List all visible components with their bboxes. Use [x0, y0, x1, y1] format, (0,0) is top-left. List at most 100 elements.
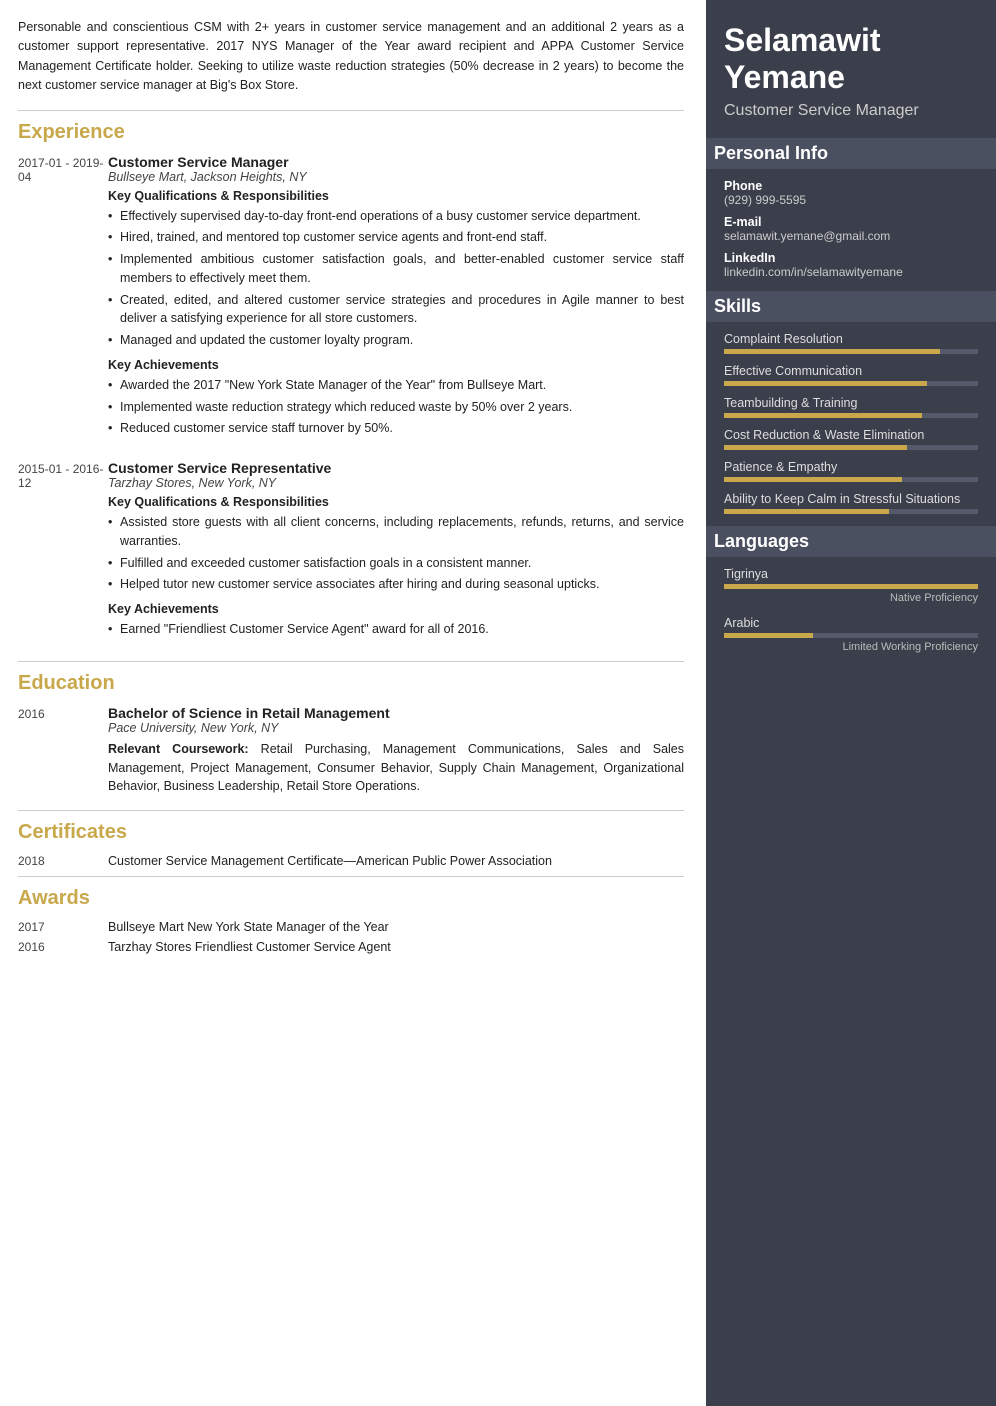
ach-item-1-0: Earned "Friendliest Customer Service Age…	[108, 620, 684, 639]
ach-list-1: Earned "Friendliest Customer Service Age…	[108, 620, 684, 639]
awards-container: 2017Bullseye Mart New York State Manager…	[18, 920, 684, 954]
skill-name-2: Teambuilding & Training	[724, 396, 978, 410]
lang-proficiency-1: Limited Working Proficiency	[724, 641, 978, 653]
exp-date-0: 2017-01 - 2019-04	[18, 154, 108, 447]
lang-bar-fill-0	[724, 584, 978, 589]
skill-bar-fill-1	[724, 381, 927, 386]
exp-company-1: Tarzhay Stores, New York, NY	[108, 476, 684, 490]
experience-item-0: 2017-01 - 2019-04Customer Service Manage…	[18, 154, 684, 447]
education-divider	[18, 661, 684, 662]
ach-label-0: Key Achievements	[108, 358, 684, 372]
awards-section-title: Awards	[18, 887, 684, 910]
ach-item-0-0: Awarded the 2017 "New York State Manager…	[108, 376, 684, 395]
experience-container: 2017-01 - 2019-04Customer Service Manage…	[18, 154, 684, 647]
edu-school-0: Pace University, New York, NY	[108, 721, 684, 735]
skill-bar-bg-3	[724, 445, 978, 450]
linkedin-label: LinkedIn	[724, 251, 978, 265]
exp-job-title-1: Customer Service Representative	[108, 460, 684, 476]
cert-name-0: Customer Service Management Certificate—…	[108, 854, 552, 868]
exp-content-0: Customer Service ManagerBullseye Mart, J…	[108, 154, 684, 447]
edu-date-0: 2016	[18, 705, 108, 796]
qual-item-0-3: Created, edited, and altered customer se…	[108, 291, 684, 329]
certificates-container: 2018Customer Service Management Certific…	[18, 854, 684, 868]
phone-value: (929) 999-5595	[724, 193, 978, 207]
education-section-title: Education	[18, 672, 684, 695]
skill-bar-bg-5	[724, 509, 978, 514]
lang-name-1: Arabic	[724, 616, 978, 630]
skill-item-4: Patience & Empathy	[724, 460, 978, 482]
award-name-0: Bullseye Mart New York State Manager of …	[108, 920, 389, 934]
experience-item-1: 2015-01 - 2016-12Customer Service Repres…	[18, 460, 684, 647]
exp-company-0: Bullseye Mart, Jackson Heights, NY	[108, 170, 684, 184]
certificates-divider	[18, 810, 684, 811]
ach-list-0: Awarded the 2017 "New York State Manager…	[108, 376, 684, 438]
award-date-0: 2017	[18, 920, 108, 934]
skill-name-3: Cost Reduction & Waste Elimination	[724, 428, 978, 442]
qual-item-0-4: Managed and updated the customer loyalty…	[108, 331, 684, 350]
linkedin-value: linkedin.com/in/selamawityemane	[724, 265, 978, 279]
experience-divider	[18, 110, 684, 111]
lang-name-0: Tigrinya	[724, 567, 978, 581]
skill-bar-bg-4	[724, 477, 978, 482]
skill-name-0: Complaint Resolution	[724, 332, 978, 346]
skill-bar-fill-0	[724, 349, 940, 354]
cert-date-0: 2018	[18, 854, 108, 868]
skills-container: Complaint Resolution Effective Communicat…	[724, 332, 978, 514]
award-name-1: Tarzhay Stores Friendliest Customer Serv…	[108, 940, 391, 954]
qual-item-1-2: Helped tutor new customer service associ…	[108, 575, 684, 594]
experience-section-title: Experience	[18, 121, 684, 144]
skill-bar-bg-1	[724, 381, 978, 386]
qual-list-0: Effectively supervised day-to-day front-…	[108, 207, 684, 350]
phone-label: Phone	[724, 179, 978, 193]
lang-bar-fill-1	[724, 633, 813, 638]
skill-item-3: Cost Reduction & Waste Elimination	[724, 428, 978, 450]
award-date-1: 2016	[18, 940, 108, 954]
skill-name-1: Effective Communication	[724, 364, 978, 378]
skill-bar-fill-3	[724, 445, 907, 450]
left-column: Personable and conscientious CSM with 2+…	[0, 0, 706, 1406]
exp-date-1: 2015-01 - 2016-12	[18, 460, 108, 647]
qual-item-0-2: Implemented ambitious customer satisfact…	[108, 250, 684, 288]
lang-item-0: Tigrinya Native Proficiency	[724, 567, 978, 604]
linkedin-item: LinkedIn linkedin.com/in/selamawityemane	[724, 251, 978, 279]
qual-item-1-0: Assisted store guests with all client co…	[108, 513, 684, 551]
lang-proficiency-0: Native Proficiency	[724, 592, 978, 604]
education-container: 2016Bachelor of Science in Retail Manage…	[18, 705, 684, 796]
ach-item-0-1: Implemented waste reduction strategy whi…	[108, 398, 684, 417]
ach-label-1: Key Achievements	[108, 602, 684, 616]
qual-list-1: Assisted store guests with all client co…	[108, 513, 684, 594]
ach-item-0-2: Reduced customer service staff turnover …	[108, 419, 684, 438]
skill-item-1: Effective Communication	[724, 364, 978, 386]
skill-name-4: Patience & Empathy	[724, 460, 978, 474]
skill-bar-bg-2	[724, 413, 978, 418]
email-item: E-mail selamawit.yemane@gmail.com	[724, 215, 978, 243]
exp-content-1: Customer Service RepresentativeTarzhay S…	[108, 460, 684, 647]
skill-bar-fill-2	[724, 413, 922, 418]
edu-content-0: Bachelor of Science in Retail Management…	[108, 705, 684, 796]
lang-item-1: Arabic Limited Working Proficiency	[724, 616, 978, 653]
job-title-right: Customer Service Manager	[724, 100, 978, 122]
full-name: Selamawit Yemane	[724, 22, 978, 96]
skill-bar-bg-0	[724, 349, 978, 354]
right-column: Selamawit Yemane Customer Service Manage…	[706, 0, 996, 1406]
lang-bar-bg-0	[724, 584, 978, 589]
exp-job-title-0: Customer Service Manager	[108, 154, 684, 170]
skill-bar-fill-5	[724, 509, 889, 514]
phone-item: Phone (929) 999-5595	[724, 179, 978, 207]
qual-label-1: Key Qualifications & Responsibilities	[108, 495, 684, 509]
email-label: E-mail	[724, 215, 978, 229]
languages-container: Tigrinya Native Proficiency Arabic Limited …	[724, 567, 978, 653]
skills-title: Skills	[706, 291, 996, 322]
qual-item-0-1: Hired, trained, and mentored top custome…	[108, 228, 684, 247]
skill-name-5: Ability to Keep Calm in Stressful Situat…	[724, 492, 978, 506]
name-title-block: Selamawit Yemane Customer Service Manage…	[724, 22, 978, 122]
edu-coursework-0: Relevant Coursework: Retail Purchasing, …	[108, 740, 684, 796]
qual-item-1-1: Fulfilled and exceeded customer satisfac…	[108, 554, 684, 573]
cert-item-0: 2018Customer Service Management Certific…	[18, 854, 684, 868]
certificates-section-title: Certificates	[18, 821, 684, 844]
email-value: selamawit.yemane@gmail.com	[724, 229, 978, 243]
education-item-0: 2016Bachelor of Science in Retail Manage…	[18, 705, 684, 796]
skill-item-2: Teambuilding & Training	[724, 396, 978, 418]
qual-label-0: Key Qualifications & Responsibilities	[108, 189, 684, 203]
award-item-0: 2017Bullseye Mart New York State Manager…	[18, 920, 684, 934]
